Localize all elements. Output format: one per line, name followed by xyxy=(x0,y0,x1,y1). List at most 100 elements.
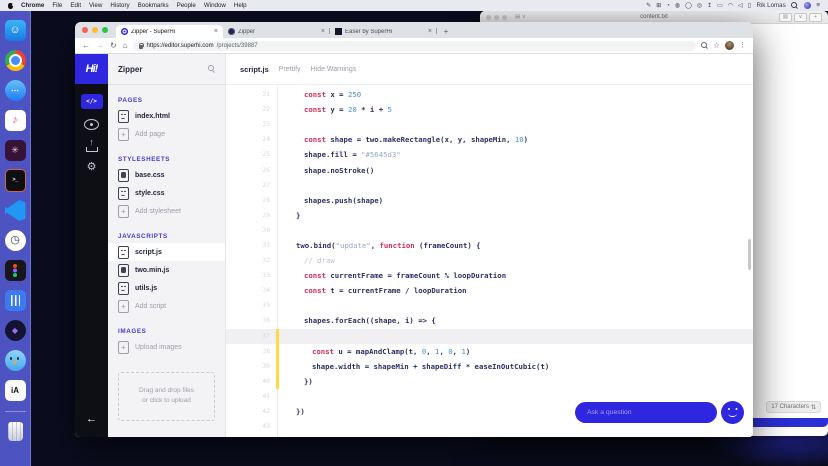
zoom-search-icon[interactable] xyxy=(700,41,708,50)
preview-button[interactable] xyxy=(84,119,99,130)
ask-question-bar[interactable] xyxy=(575,402,717,423)
tab-close-icon[interactable]: × xyxy=(428,28,432,35)
menu-chrome[interactable]: Chrome xyxy=(21,2,44,9)
screen-share-icon[interactable]: ⊞ xyxy=(656,3,661,9)
code-line[interactable]: 32// draw xyxy=(226,253,753,268)
reload-icon[interactable]: ↻ xyxy=(110,41,117,50)
hide-warnings-button[interactable]: Hide Warnings xyxy=(311,66,357,73)
prettify-button[interactable]: Prettify xyxy=(279,66,301,73)
open-file-tab[interactable]: script.js xyxy=(240,65,269,74)
dropdown-button[interactable]: ∨ xyxy=(794,12,807,22)
close-button[interactable] xyxy=(82,27,88,33)
terminal-icon[interactable]: >_ xyxy=(4,169,26,192)
menu-window[interactable]: Window xyxy=(204,2,226,9)
trash-icon[interactable] xyxy=(5,421,26,442)
new-document-button[interactable]: + xyxy=(809,12,822,22)
sidebar-item-add-stylesheet[interactable]: Add stylesheet xyxy=(108,202,225,220)
chrome-icon[interactable] xyxy=(4,50,26,71)
code-line[interactable]: 34 const t = currentFrame / loopDuration xyxy=(226,283,753,298)
code-line[interactable]: 26 shape.noStroke() xyxy=(226,162,753,177)
zoom-button[interactable] xyxy=(102,27,108,33)
sidebar-item-two-min-js[interactable]: two.min.js xyxy=(108,261,225,279)
help-smiley-button[interactable] xyxy=(721,401,744,424)
address-bar[interactable]: https://editor.superhi.com/projects/3988… xyxy=(132,40,696,51)
code-line[interactable]: 31 two.bind("update", function (frameCoun… xyxy=(226,238,753,253)
sidebar-item-utils-js[interactable]: utils.js xyxy=(108,279,225,297)
code-line[interactable]: 25 shape.fill = "#5645d3" xyxy=(226,147,753,162)
tab-close-icon[interactable]: × xyxy=(321,28,325,35)
clock-icon[interactable]: ◔ xyxy=(666,3,670,9)
publish-button[interactable] xyxy=(85,140,98,152)
code-line[interactable]: 27 xyxy=(226,178,753,193)
menu-edit[interactable]: Edit xyxy=(70,2,81,9)
menu-help[interactable]: Help xyxy=(234,2,247,9)
user-menu[interactable]: Rik Lomas xyxy=(756,2,785,9)
battery-icon[interactable]: ▯ xyxy=(748,3,751,9)
forward-icon[interactable]: → xyxy=(96,41,104,50)
tab-zipper[interactable]: Zipper × xyxy=(223,25,330,38)
music-icon[interactable]: ♪ xyxy=(4,110,26,131)
minimize-button[interactable] xyxy=(92,27,98,33)
figma-icon[interactable] xyxy=(4,260,26,281)
code-line[interactable]: 24 const shape = two.makeRectangle(x, y, … xyxy=(226,132,753,147)
slack-icon[interactable]: ✳ xyxy=(4,140,26,161)
code-line[interactable]: 40}) xyxy=(226,373,753,389)
code-line[interactable]: 38 const u = mapAndClamp(t, 0, 1, 0, 1) xyxy=(226,343,753,359)
code-line[interactable]: 37 xyxy=(226,328,753,344)
finder-icon[interactable]: ☺ xyxy=(4,20,26,41)
code-view-button[interactable]: </> xyxy=(80,94,103,109)
menu-bookmarks[interactable]: Bookmarks xyxy=(138,2,169,9)
library-toggle-button[interactable]: ▤ xyxy=(779,12,792,22)
ia-writer-icon[interactable]: iA xyxy=(4,380,26,401)
code-line[interactable]: 23 xyxy=(226,117,753,132)
notification-center-icon[interactable]: ≡ xyxy=(816,2,820,9)
code-line[interactable]: 29} xyxy=(226,208,753,223)
code-line[interactable]: 28 shapes.push(shape) xyxy=(226,193,753,208)
wifi-icon[interactable]: ◠ xyxy=(728,3,733,9)
display-icon[interactable]: ▭ xyxy=(717,3,723,9)
sidebar-item-base-css[interactable]: base.css xyxy=(108,166,225,184)
superhi-logo[interactable]: Hi! xyxy=(75,54,108,84)
sync-icon[interactable]: ◯ xyxy=(685,3,692,9)
twitterrific-icon[interactable] xyxy=(4,350,26,371)
upload-dropzone[interactable]: Drag and drop files or click to upload xyxy=(118,372,215,421)
code-line[interactable]: 21 const x = 250 xyxy=(226,87,753,102)
siri-icon[interactable] xyxy=(803,2,811,9)
menu-history[interactable]: History xyxy=(110,2,129,9)
apple-menu-icon[interactable] xyxy=(8,2,14,9)
update-icon[interactable]: ↥ xyxy=(707,3,712,9)
code-line[interactable]: 30 xyxy=(226,223,753,238)
code-line[interactable]: 35 xyxy=(226,298,753,313)
sidebar-item-style-css[interactable]: style.css xyxy=(108,184,225,202)
menu-people[interactable]: People xyxy=(177,2,196,9)
camera-icon[interactable]: ◎ xyxy=(697,3,702,9)
code-line[interactable]: 22 const y = 20 * i + 5 xyxy=(226,102,753,117)
ask-question-input[interactable] xyxy=(585,408,707,417)
code-line[interactable]: 44two.play() xyxy=(226,434,753,437)
tab-easer[interactable]: Easer by SuperHi × xyxy=(330,25,437,38)
keeper-icon[interactable]: ◍ xyxy=(675,3,680,9)
menu-view[interactable]: View xyxy=(89,2,102,9)
messages-icon[interactable]: ⋯ xyxy=(4,80,26,101)
code-line[interactable]: 39 shape.width = shapeMin + shapeDiff * e… xyxy=(226,358,753,374)
menu-file[interactable]: File xyxy=(52,2,62,9)
back-icon[interactable]: ← xyxy=(82,41,90,50)
screenflow-icon[interactable]: ◆ xyxy=(4,320,26,341)
profile-avatar[interactable] xyxy=(725,41,734,50)
vscode-icon[interactable] xyxy=(4,200,26,221)
pencil-icon[interactable]: ✎ xyxy=(646,3,651,9)
new-tab-button[interactable]: + xyxy=(439,25,453,38)
home-icon[interactable]: ⌂ xyxy=(123,41,128,50)
code-line[interactable]: 33 const currentFrame = frameCount % loop… xyxy=(226,268,753,283)
bookmark-star-icon[interactable]: ☆ xyxy=(713,41,720,50)
character-count-badge[interactable]: 17 Characters ⇅ xyxy=(766,401,821,413)
search-icon[interactable] xyxy=(208,65,215,73)
sidebar-item-script-js[interactable]: script.js xyxy=(108,243,225,261)
volume-icon[interactable]: ◁ xyxy=(738,3,743,9)
browser-menu-icon[interactable]: ⋮ xyxy=(739,42,746,49)
clock-app-icon[interactable]: ◷ xyxy=(4,230,26,251)
tab-close-icon[interactable]: × xyxy=(214,28,218,35)
editor-scrollbar[interactable] xyxy=(748,239,751,270)
back-button[interactable]: ← xyxy=(86,413,97,425)
intercom-icon[interactable] xyxy=(4,290,26,311)
